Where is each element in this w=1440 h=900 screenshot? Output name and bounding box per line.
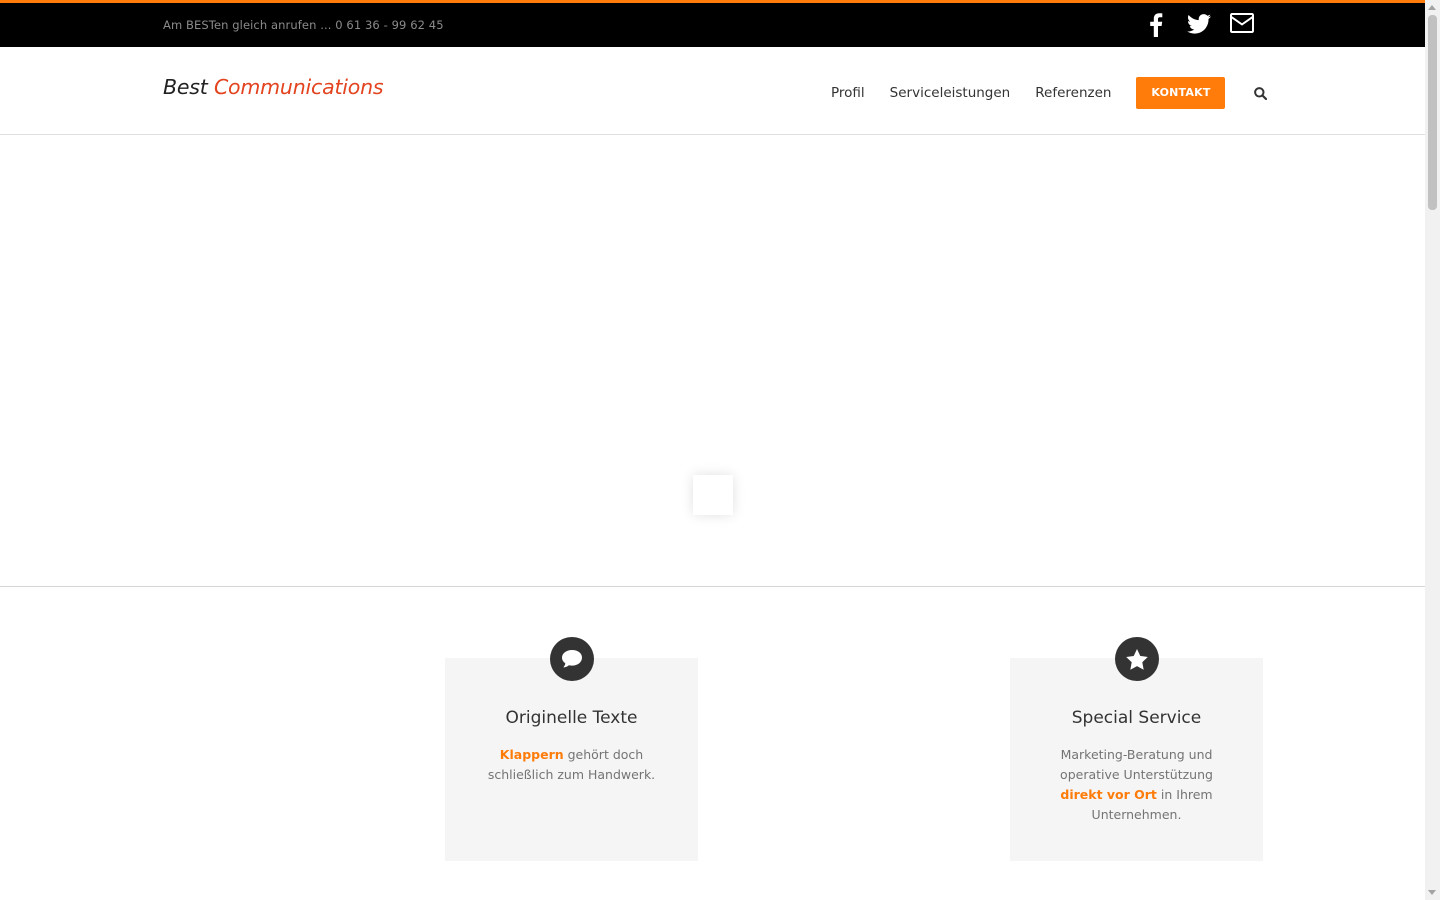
slider-loader [693, 475, 733, 515]
feature-text-start: Marketing-Beratung und operative Unterst… [1060, 747, 1213, 782]
feature-title: Special Service [1071, 708, 1202, 728]
email-icon[interactable] [1220, 13, 1263, 39]
phone-text: Am BESTen gleich anrufen ... 0 61 36 - 9… [163, 18, 444, 32]
hero-slider [0, 135, 1425, 587]
scroll-down-arrow-icon[interactable] [1428, 890, 1436, 895]
site-header: Best Communications Profil Serviceleistu… [0, 47, 1425, 135]
kontakt-button[interactable]: KONTAKT [1136, 77, 1226, 109]
scrollbar-thumb[interactable] [1428, 15, 1437, 210]
speech-bubble-icon [550, 637, 594, 681]
social-links [1134, 13, 1263, 39]
scrollbar[interactable] [1425, 0, 1440, 900]
star-icon [1115, 637, 1159, 681]
main-nav: Profil Serviceleistungen Referenzen KONT… [831, 77, 1270, 109]
feature-title: Originelle Texte [505, 708, 638, 728]
nav-referenzen[interactable]: Referenzen [1035, 77, 1111, 109]
site-logo[interactable]: Best Communications [163, 75, 384, 99]
nav-serviceleistungen[interactable]: Serviceleistungen [890, 77, 1011, 109]
facebook-icon[interactable] [1134, 13, 1177, 39]
logo-part-communications: Communications [213, 75, 384, 99]
feature-text: Marketing-Beratung und operative Unterst… [1045, 745, 1228, 825]
search-icon[interactable] [1250, 77, 1270, 109]
feature-highlight-link[interactable]: Klappern [500, 747, 564, 762]
feature-highlight-link[interactable]: direkt vor Ort [1060, 787, 1157, 802]
nav-profil[interactable]: Profil [831, 77, 865, 109]
feature-box-originelle-texte: Originelle Texte Klappern gehört doch sc… [445, 637, 698, 861]
feature-text: Klappern gehört doch schließlich zum Han… [480, 745, 663, 785]
twitter-icon[interactable] [1177, 13, 1220, 39]
scroll-up-arrow-icon[interactable] [1428, 5, 1436, 10]
top-bar: Am BESTen gleich anrufen ... 0 61 36 - 9… [0, 0, 1425, 47]
feature-box-special-service: Special Service Marketing-Beratung und o… [1010, 637, 1263, 861]
logo-part-best: Best [163, 75, 208, 99]
